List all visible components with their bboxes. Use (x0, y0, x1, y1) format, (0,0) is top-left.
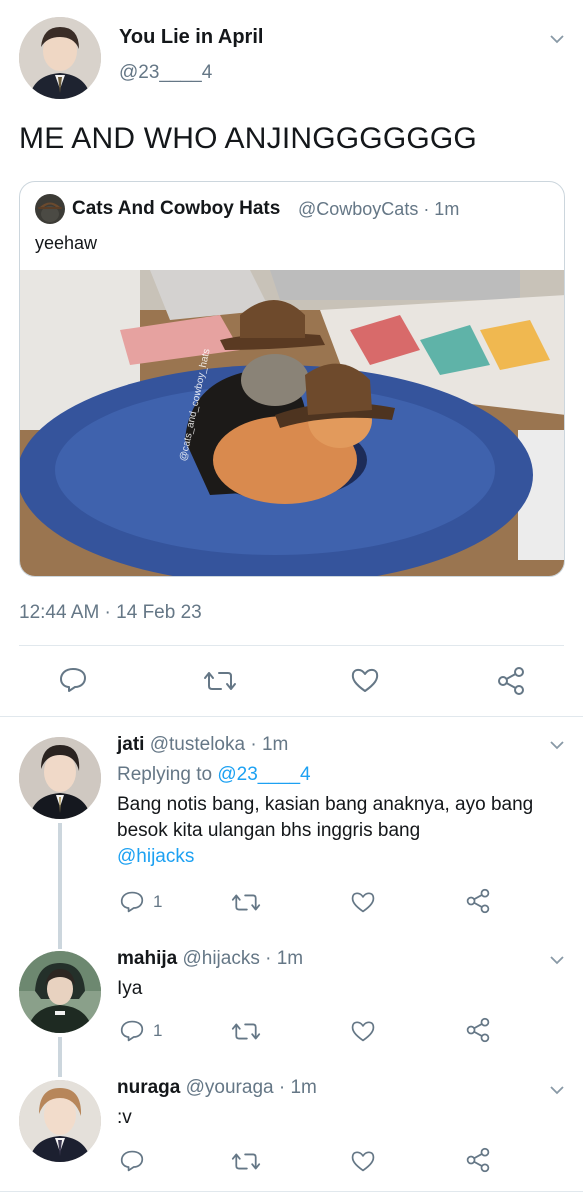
reply-2-reply-button[interactable]: 1 (119, 1019, 162, 1043)
divider (19, 645, 564, 646)
reply-2-meta[interactable]: @hijacks · 1m (182, 948, 303, 969)
share-icon (466, 1017, 490, 1043)
reply-2-reply-count: 1 (153, 1021, 163, 1040)
reply-icon (60, 668, 86, 692)
reply-1-reply-count: 1 (153, 892, 163, 911)
reply-icon (120, 891, 144, 913)
reply-3-reply-button[interactable] (119, 1149, 153, 1173)
reply-2-like-button[interactable] (350, 1019, 376, 1043)
tweet-timestamp[interactable]: 12:44 AM · 14 Feb 23 (19, 602, 202, 624)
share-icon (466, 1147, 490, 1173)
reply-1-meta[interactable]: @tusteloka · 1m (150, 734, 289, 755)
reply-2-chevron-down-icon[interactable] (550, 955, 564, 965)
heart-icon (351, 1151, 375, 1172)
reply-1-name[interactable]: jati (117, 734, 144, 755)
heart-icon (351, 668, 379, 692)
main-author-handle[interactable]: @23____4 (119, 62, 212, 84)
quoted-tweet-text: yeehaw (35, 233, 98, 253)
reply-3-name[interactable]: nuraga (117, 1077, 180, 1098)
reply-icon (120, 1020, 144, 1042)
main-reply-button[interactable] (58, 666, 88, 694)
reply-1-retweet-button[interactable] (231, 891, 261, 914)
reply-3-retweet-button[interactable] (231, 1150, 261, 1173)
retweet-icon (231, 894, 261, 911)
reply-3-like-button[interactable] (350, 1149, 376, 1173)
retweet-icon (231, 1023, 261, 1040)
share-icon (466, 888, 490, 914)
reply-3-chevron-down-icon[interactable] (550, 1085, 564, 1095)
reply-1-text: Bang notis bang, kasian bang anaknya, ay… (117, 794, 534, 841)
reply-3-avatar[interactable] (19, 1080, 101, 1162)
divider (0, 1191, 583, 1192)
main-tweet-text: ME AND WHO ANJINGGGGGGG (19, 122, 477, 155)
thread-line (58, 1037, 62, 1077)
reply-2-text: Iya (117, 978, 143, 999)
reply-3-text: :v (117, 1107, 132, 1128)
reply-1-chevron-down-icon[interactable] (550, 740, 564, 750)
heart-icon (351, 1021, 375, 1042)
reply-3-meta[interactable]: @youraga · 1m (186, 1077, 317, 1098)
heart-icon (351, 892, 375, 913)
reply-1-share-button[interactable] (465, 888, 491, 914)
main-like-button[interactable] (350, 666, 380, 694)
reply-1-reply-button[interactable]: 1 (119, 890, 162, 914)
main-author-name[interactable]: You Lie in April (119, 26, 263, 49)
reply-2-retweet-button[interactable] (231, 1020, 261, 1043)
main-author-avatar[interactable] (19, 17, 101, 99)
reply-1-avatar[interactable] (19, 737, 101, 819)
reply-icon (120, 1150, 144, 1172)
reply-1-like-button[interactable] (350, 890, 376, 914)
retweet-icon (204, 672, 236, 690)
quoted-tweet-card[interactable]: Cats And Cowboy Hats @CowboyCats · 1m ye… (19, 181, 565, 577)
reply-1-mention[interactable]: @hijacks (117, 846, 194, 867)
divider (0, 716, 583, 717)
retweet-icon (231, 1153, 261, 1170)
reply-2-name[interactable]: mahija (117, 948, 177, 969)
quoted-tweet-image[interactable]: @cats_and_cowboy_hats (20, 270, 564, 576)
reply-2-share-button[interactable] (465, 1017, 491, 1043)
reply-2-avatar[interactable] (19, 951, 101, 1033)
main-retweet-button[interactable] (203, 668, 237, 694)
reply-3-share-button[interactable] (465, 1147, 491, 1173)
share-icon (498, 667, 524, 695)
thread-line (58, 823, 62, 949)
quoted-author-meta: @CowboyCats · 1m (298, 199, 460, 219)
replying-to-handle[interactable]: @23____4 (217, 764, 310, 785)
replying-to-label: Replying to (117, 764, 213, 785)
main-share-button[interactable] (496, 666, 526, 696)
quoted-author-name: Cats And Cowboy Hats (72, 198, 281, 219)
quoted-author-avatar (35, 194, 65, 224)
main-chevron-down-icon[interactable] (550, 34, 564, 44)
